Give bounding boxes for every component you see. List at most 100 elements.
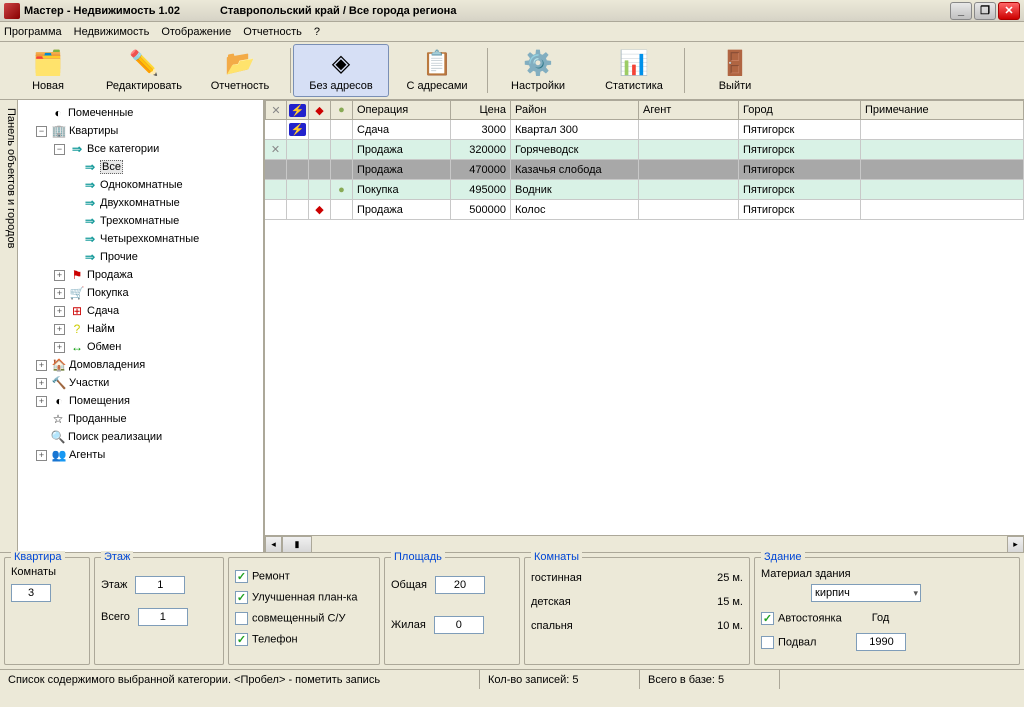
basement-checkbox[interactable] bbox=[761, 636, 774, 649]
plus-icon: ⊞ bbox=[69, 304, 85, 318]
expand-icon[interactable]: + bbox=[54, 324, 65, 335]
data-grid[interactable]: ✕ ⚡ ◆ ● Операция Цена Район Агент Город … bbox=[265, 100, 1024, 535]
col-agent[interactable]: Агент bbox=[639, 100, 739, 120]
house-icon: 🏠 bbox=[51, 358, 67, 372]
col-marker2[interactable]: ⚡ bbox=[287, 100, 309, 120]
flag-icon: ⚑ bbox=[69, 268, 85, 282]
side-tab[interactable]: Панель объектов и городов bbox=[0, 100, 18, 552]
tree-three[interactable]: ⇒Трехкомнатные bbox=[20, 212, 261, 230]
scroll-left-button[interactable]: ◂ bbox=[265, 536, 282, 553]
cards-icon: 🗂️ bbox=[32, 50, 64, 78]
floors-total-input[interactable] bbox=[138, 608, 188, 626]
withaddr-button[interactable]: 📋С адресами bbox=[389, 44, 485, 97]
col-marker4[interactable]: ● bbox=[331, 100, 353, 120]
tree-one[interactable]: ⇒Однокомнатные bbox=[20, 176, 261, 194]
phone-checkbox[interactable]: ✓ bbox=[235, 633, 248, 646]
tree-hire[interactable]: +?Найм bbox=[20, 320, 261, 338]
arrow-icon: ⇒ bbox=[82, 196, 98, 210]
arrow-icon: ⇒ bbox=[82, 178, 98, 192]
wc-checkbox[interactable] bbox=[235, 612, 248, 625]
edit-button[interactable]: ✏️Редактировать bbox=[96, 44, 192, 97]
expand-icon[interactable]: + bbox=[54, 270, 65, 281]
report-button[interactable]: 📂Отчетность bbox=[192, 44, 288, 97]
tree-agents[interactable]: +👥Агенты bbox=[20, 446, 261, 464]
col-district[interactable]: Район bbox=[511, 100, 639, 120]
pencil-icon: ✏️ bbox=[128, 50, 160, 78]
col-operation[interactable]: Операция bbox=[353, 100, 451, 120]
tree-two[interactable]: ⇒Двухкомнатные bbox=[20, 194, 261, 212]
expand-icon[interactable]: + bbox=[54, 288, 65, 299]
minimize-button[interactable]: _ bbox=[950, 2, 972, 20]
year-input[interactable] bbox=[856, 633, 906, 651]
plan-checkbox[interactable]: ✓ bbox=[235, 591, 248, 604]
tree-apartments[interactable]: −🏢Квартиры bbox=[20, 122, 261, 140]
collapse-icon[interactable]: − bbox=[54, 144, 65, 155]
box-options: ✓Ремонт ✓Улучшенная план-ка совмещенный … bbox=[228, 557, 380, 665]
parking-checkbox[interactable]: ✓ bbox=[761, 612, 774, 625]
noaddr-button[interactable]: ◈Без адресов bbox=[293, 44, 389, 97]
expand-icon[interactable]: + bbox=[36, 360, 47, 371]
arrow-icon: ⇒ bbox=[82, 160, 98, 174]
tree-allcat[interactable]: −⇒Все категории bbox=[20, 140, 261, 158]
tree-houses[interactable]: +🏠Домовладения bbox=[20, 356, 261, 374]
expand-icon[interactable]: + bbox=[36, 450, 47, 461]
floor-input[interactable] bbox=[135, 576, 185, 594]
menu-display[interactable]: Отображение bbox=[161, 26, 231, 38]
collapse-icon[interactable]: − bbox=[36, 126, 47, 137]
tree-search[interactable]: 🔍Поиск реализации bbox=[20, 428, 261, 446]
expand-icon[interactable]: + bbox=[36, 378, 47, 389]
table-row[interactable]: ✕ Продажа320000ГорячеводскПятигорск bbox=[265, 140, 1024, 160]
col-price[interactable]: Цена bbox=[451, 100, 511, 120]
diamond-icon: ◈ bbox=[325, 50, 357, 78]
tree-rent[interactable]: +⊞Сдача bbox=[20, 302, 261, 320]
tree-premises[interactable]: +◐Помещения bbox=[20, 392, 261, 410]
tree-buy[interactable]: +🛒Покупка bbox=[20, 284, 261, 302]
table-row[interactable]: Продажа470000Казачья слободаПятигорск bbox=[265, 160, 1024, 180]
tree-exchange[interactable]: +↔Обмен bbox=[20, 338, 261, 356]
hammer-icon: 🔨 bbox=[51, 376, 67, 390]
table-row[interactable]: ● Покупка495000ВодникПятигорск bbox=[265, 180, 1024, 200]
close-button[interactable]: ✕ bbox=[998, 2, 1020, 20]
people-icon: 👥 bbox=[51, 448, 67, 462]
maximize-button[interactable]: ❐ bbox=[974, 2, 996, 20]
new-button[interactable]: 🗂️Новая bbox=[0, 44, 96, 97]
toolbar: 🗂️Новая ✏️Редактировать 📂Отчетность ◈Без… bbox=[0, 42, 1024, 100]
material-select[interactable]: кирпич bbox=[811, 584, 921, 602]
tree-sold[interactable]: ☆Проданные bbox=[20, 410, 261, 428]
tree-all[interactable]: ⇒Все bbox=[20, 158, 261, 176]
details-panel: Квартира Комнаты Этаж Этаж Всего ✓Ремонт… bbox=[0, 552, 1024, 669]
menu-program[interactable]: Программа bbox=[4, 26, 62, 38]
col-marker3[interactable]: ◆ bbox=[309, 100, 331, 120]
table-row[interactable]: ⚡ Сдача3000Квартал 300Пятигорск bbox=[265, 120, 1024, 140]
dot-icon: ◐ bbox=[51, 394, 67, 408]
expand-icon[interactable]: + bbox=[36, 396, 47, 407]
tree-other[interactable]: ⇒Прочие bbox=[20, 248, 261, 266]
table-row[interactable]: ◆ Продажа500000КолосПятигорск bbox=[265, 200, 1024, 220]
question-icon: ? bbox=[69, 322, 85, 336]
tree-four[interactable]: ⇒Четырехкомнатные bbox=[20, 230, 261, 248]
scroll-right-button[interactable]: ▸ bbox=[1007, 536, 1024, 553]
stats-button[interactable]: 📊Статистика bbox=[586, 44, 682, 97]
horizontal-scrollbar[interactable]: ◂ ▮ ▸ bbox=[265, 535, 1024, 552]
tree-land[interactable]: +🔨Участки bbox=[20, 374, 261, 392]
expand-icon[interactable]: + bbox=[54, 342, 65, 353]
menu-realty[interactable]: Недвижимость bbox=[74, 26, 150, 38]
area-total-input[interactable] bbox=[435, 576, 485, 594]
exit-button[interactable]: 🚪Выйти bbox=[687, 44, 783, 97]
tree-sale[interactable]: +⚑Продажа bbox=[20, 266, 261, 284]
col-marker1[interactable]: ✕ bbox=[265, 100, 287, 120]
tree-panel: ◐Помеченные −🏢Квартиры −⇒Все категории ⇒… bbox=[18, 100, 264, 552]
settings-button[interactable]: ⚙️Настройки bbox=[490, 44, 586, 97]
col-note[interactable]: Примечание bbox=[861, 100, 1024, 120]
rooms-input[interactable] bbox=[11, 584, 51, 602]
scroll-thumb[interactable]: ▮ bbox=[282, 536, 312, 553]
box-building: Здание Материал здания кирпич ✓Автостоян… bbox=[754, 557, 1020, 665]
box-area: Площадь Общая Жилая bbox=[384, 557, 520, 665]
expand-icon[interactable]: + bbox=[54, 306, 65, 317]
menu-help[interactable]: ? bbox=[314, 26, 320, 38]
col-city[interactable]: Город bbox=[739, 100, 861, 120]
menu-reports[interactable]: Отчетность bbox=[243, 26, 302, 38]
repair-checkbox[interactable]: ✓ bbox=[235, 570, 248, 583]
area-live-input[interactable] bbox=[434, 616, 484, 634]
tree-marked[interactable]: ◐Помеченные bbox=[20, 104, 261, 122]
